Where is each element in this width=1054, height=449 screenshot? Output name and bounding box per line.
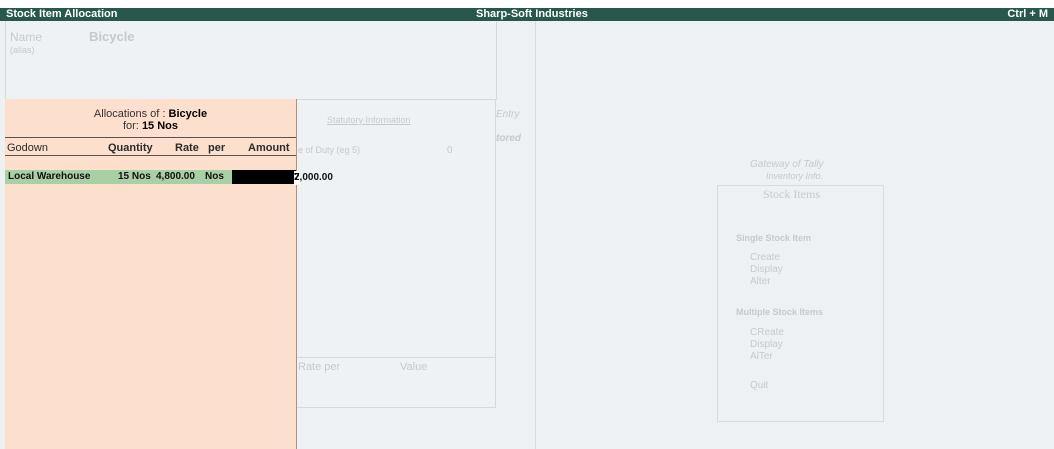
name-label: Name bbox=[10, 30, 43, 44]
row-per[interactable]: Nos bbox=[205, 171, 224, 182]
statutory-section: Statutory Information e of Duty (eg 5) 0… bbox=[296, 99, 496, 408]
gateway-crumb: Gateway of Tally bbox=[750, 159, 824, 170]
allocation-title-prefix: Allocations of : bbox=[93, 108, 166, 120]
statutory-divider bbox=[296, 357, 495, 358]
statutory-title: Statutory Information bbox=[327, 115, 411, 125]
row-godown[interactable]: Local Warehouse bbox=[8, 171, 90, 182]
row-quantity[interactable]: 15 Nos bbox=[118, 171, 151, 182]
allocation-for-value: 15 Nos bbox=[141, 120, 179, 132]
col-amount: Amount bbox=[248, 142, 290, 154]
stock-items-menu: Stock Items Single Stock Item Create Dis… bbox=[717, 185, 884, 422]
title-bar: Stock Item Allocation Sharp-Soft Industr… bbox=[0, 8, 1054, 21]
menu-multi-create[interactable]: CReate bbox=[750, 327, 784, 338]
allocation-for: for: 15 Nos bbox=[5, 120, 296, 132]
multiple-stock-heading: Multiple Stock Items bbox=[736, 307, 824, 317]
header-top-line bbox=[5, 137, 296, 138]
amount-input[interactable]: 7 2,000.00 bbox=[232, 170, 333, 185]
col-godown: Godown bbox=[7, 142, 48, 154]
alias-label: (alias) bbox=[10, 45, 35, 55]
window-title: Stock Item Allocation bbox=[6, 8, 118, 20]
menu-alter[interactable]: Alter bbox=[750, 276, 771, 287]
entry-fragment: Entry bbox=[496, 109, 520, 120]
menu-heading: Stock Items bbox=[763, 187, 820, 201]
menu-display[interactable]: Display bbox=[750, 264, 783, 275]
value-label: Value bbox=[400, 361, 428, 373]
panel-divider bbox=[535, 21, 536, 449]
menu-create[interactable]: Create bbox=[750, 252, 780, 263]
allocation-row[interactable]: Local Warehouse 15 Nos 4,800.00 Nos 7 2,0… bbox=[5, 170, 333, 185]
header-bottom-line bbox=[5, 155, 296, 156]
top-strip bbox=[0, 0, 1054, 8]
menu-quit[interactable]: Quit bbox=[750, 380, 768, 391]
single-stock-heading: Single Stock Item bbox=[736, 233, 812, 243]
name-value: Bicycle bbox=[89, 29, 135, 44]
menu-multi-display[interactable]: Display bbox=[750, 339, 783, 350]
rate-per-label: Rate per bbox=[298, 361, 341, 373]
menu-multi-alter[interactable]: AlTer bbox=[750, 351, 773, 362]
col-rate: Rate bbox=[175, 142, 199, 154]
col-per: per bbox=[208, 142, 226, 154]
inventory-crumb: Inventory Info. bbox=[766, 171, 824, 181]
name-section: Name Bicycle (alias) bbox=[5, 21, 497, 100]
tored-fragment: tored bbox=[496, 133, 521, 144]
duty-label: e of Duty (eg 5) bbox=[298, 145, 361, 155]
allocation-item-name: Bicycle bbox=[168, 108, 208, 120]
col-quantity: Quantity bbox=[108, 142, 153, 154]
row-rate[interactable]: 4,800.00 bbox=[156, 171, 195, 182]
allocation-title: Allocations of : Bicycle bbox=[5, 108, 296, 120]
duty-value: 0 bbox=[447, 145, 453, 156]
amount-value: 2,000.00 bbox=[294, 172, 333, 183]
allocation-for-prefix: for: bbox=[122, 120, 139, 132]
company-name: Sharp-Soft Industries bbox=[476, 8, 588, 20]
shortcut-hint: Ctrl + M bbox=[1007, 8, 1048, 20]
allocation-panel: Allocations of : Bicycle for: 15 Nos God… bbox=[5, 99, 333, 449]
